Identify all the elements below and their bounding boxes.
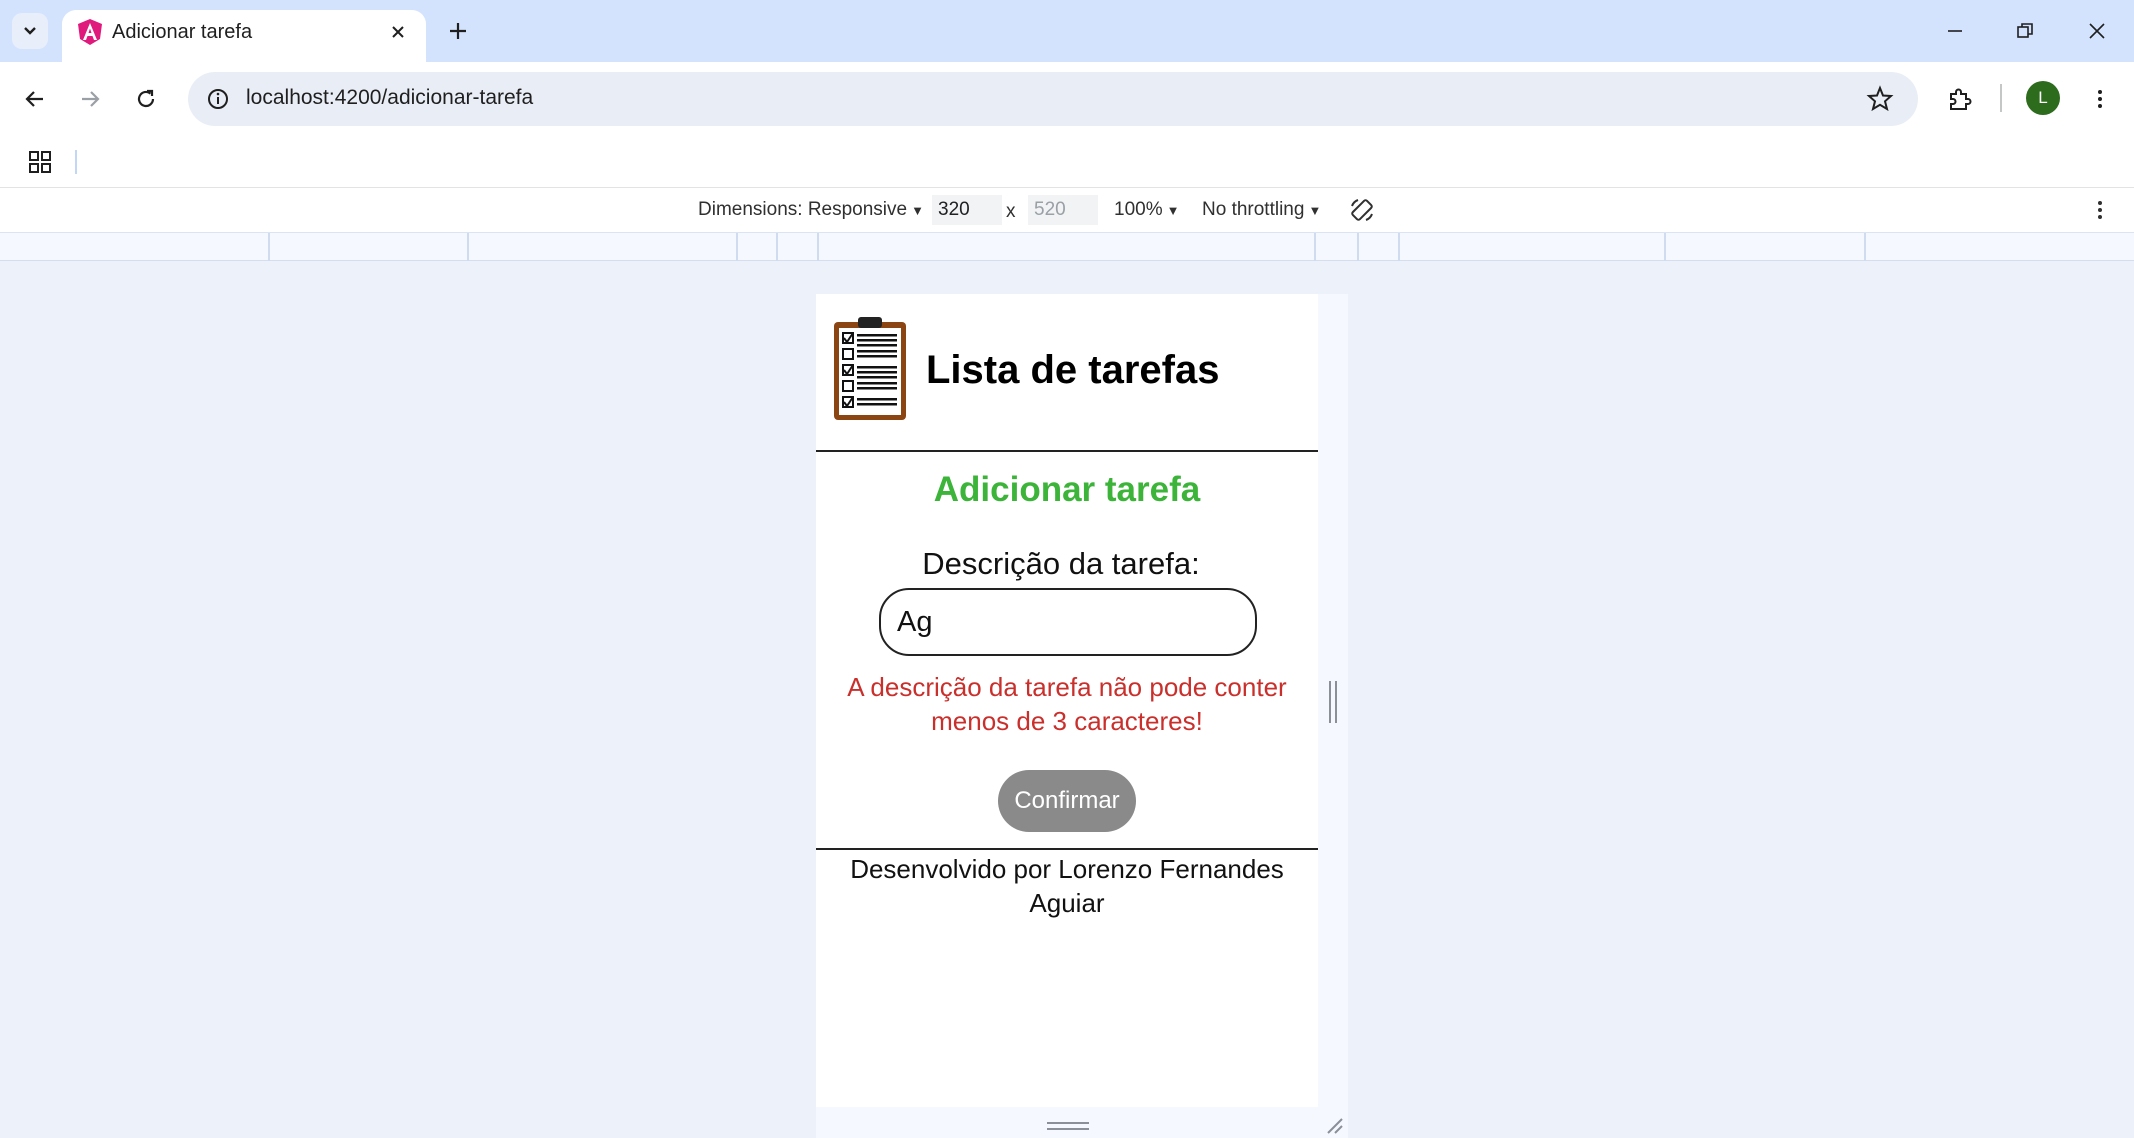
angular-icon [78, 19, 102, 45]
task-description-label: Descrição da tarefa: [922, 546, 1200, 581]
zoom-label: 100% [1114, 199, 1163, 220]
footer-credits: Desenvolvido por Lorenzo Fernandes Aguia… [850, 854, 1284, 918]
throttling-select[interactable]: No throttling ▼ [1202, 199, 1321, 221]
url-text[interactable]: localhost:4200/adicionar-tarefa [246, 86, 533, 110]
chevron-down-icon [24, 27, 36, 35]
bookmarks-bar [0, 136, 2134, 188]
ruler-tick [1314, 233, 1316, 262]
ruler-tick [467, 233, 469, 262]
device-screen: Lista de tarefas Adicionar tarefa Descri… [816, 294, 1318, 1107]
browser-menu-button[interactable] [2080, 79, 2120, 119]
tab-close-button[interactable] [384, 18, 412, 46]
address-bar[interactable]: localhost:4200/adicionar-tarefa [188, 72, 1918, 126]
more-vert-icon [2098, 90, 2102, 108]
validation-error-message: A descrição da tarefa não pode conter me… [847, 672, 1287, 736]
ruler-tick [1864, 233, 1866, 262]
reload-button[interactable] [126, 79, 166, 119]
extensions-button[interactable] [1940, 79, 1980, 119]
window-close-button[interactable] [2072, 10, 2122, 52]
browser-tab[interactable]: Adicionar tarefa [62, 10, 426, 62]
new-tab-button[interactable] [440, 13, 476, 49]
dimensions-times: x [1006, 201, 1016, 222]
forward-button[interactable] [70, 79, 110, 119]
zoom-select[interactable]: 100% ▼ [1114, 199, 1179, 221]
header-divider [816, 450, 1318, 452]
close-icon [392, 26, 404, 38]
arrow-left-icon [25, 91, 43, 107]
back-button[interactable] [15, 79, 55, 119]
minimize-icon [1948, 30, 1962, 32]
profile-avatar[interactable]: L [2026, 81, 2060, 115]
more-vert-icon[interactable] [2088, 198, 2112, 222]
plus-icon [450, 23, 466, 39]
caret-down-icon: ▼ [1166, 203, 1180, 218]
bookmarks-divider [75, 150, 77, 174]
form-heading: Adicionar tarefa [933, 470, 1201, 509]
right-resize-handle[interactable] [1329, 681, 1337, 723]
minimize-button[interactable] [1930, 10, 1980, 52]
ruler-tick [1664, 233, 1666, 262]
caret-down-icon: ▼ [911, 203, 924, 218]
confirm-button[interactable]: Confirmar [998, 770, 1136, 832]
bottom-resize-handle[interactable] [1047, 1122, 1089, 1130]
clipboard-checklist-icon [834, 317, 906, 420]
ruler-tick [1398, 233, 1400, 262]
app-title: Lista de tarefas [926, 348, 1220, 392]
info-icon[interactable] [204, 85, 232, 113]
apps-grid-icon[interactable] [26, 148, 54, 176]
corner-resize-icon[interactable] [1322, 1113, 1344, 1135]
restore-icon [2017, 23, 2033, 38]
tab-strip: Adicionar tarefa [0, 0, 2134, 62]
width-input[interactable] [932, 195, 1002, 225]
rotate-icon[interactable] [1348, 196, 1376, 224]
tab-title: Adicionar tarefa [112, 21, 253, 43]
restore-button[interactable] [2000, 10, 2050, 52]
task-description-input[interactable] [879, 588, 1257, 656]
reload-icon [137, 89, 155, 108]
puzzle-icon [1950, 88, 1972, 110]
tab-search-button[interactable] [12, 13, 48, 49]
media-query-ruler[interactable] [0, 232, 2134, 262]
throttling-label: No throttling [1202, 199, 1305, 220]
app-header: Lista de tarefas [816, 294, 1318, 452]
height-input[interactable] [1028, 195, 1098, 225]
toolbar-divider [2000, 84, 2002, 112]
caret-down-icon: ▼ [1308, 203, 1322, 218]
footer-divider [816, 848, 1318, 850]
close-icon [2089, 23, 2105, 39]
device-toolbar: Dimensions: Responsive▼ x 100%▼ No throt… [0, 188, 2134, 232]
ruler-tick [776, 233, 778, 262]
ruler-tick [817, 233, 819, 262]
ruler-tick [1357, 233, 1359, 262]
dimensions-label: Dimensions: Responsive [698, 199, 908, 220]
browser-toolbar: localhost:4200/adicionar-tarefa L [0, 62, 2134, 136]
device-viewport-area: Lista de tarefas Adicionar tarefa Descri… [0, 261, 2134, 1138]
arrow-right-icon [82, 91, 100, 107]
dimensions-select[interactable]: Dimensions: Responsive ▼ [698, 199, 924, 221]
bookmark-star-icon[interactable] [1866, 85, 1894, 113]
ruler-tick [736, 233, 738, 262]
ruler-tick [268, 233, 270, 262]
